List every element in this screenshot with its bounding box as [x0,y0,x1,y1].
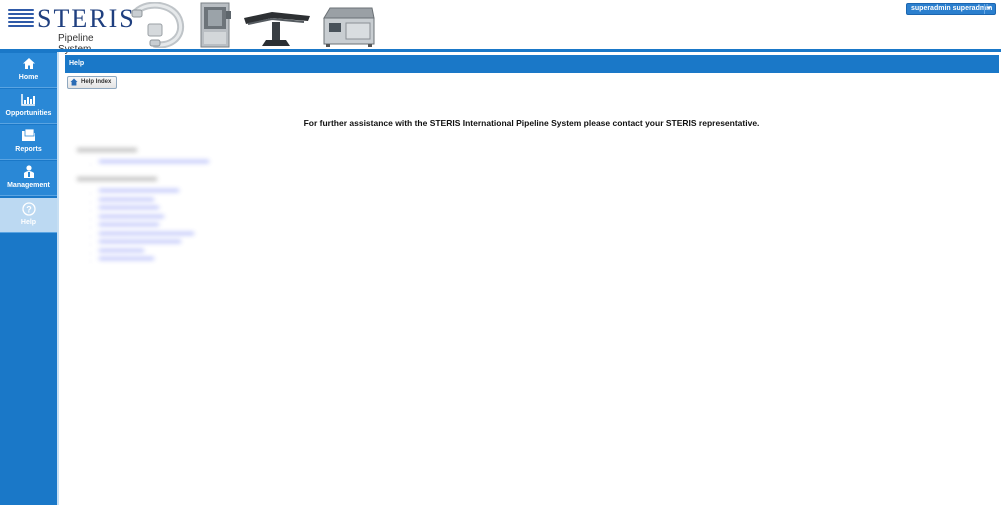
help-index-button[interactable]: Help Index [67,76,117,89]
sidebar: Home Opportunities Reports Management ? … [0,52,59,505]
assistance-message: For further assistance with the STERIS I… [303,118,760,128]
sidebar-item-opportunities[interactable]: Opportunities [0,89,57,124]
sidebar-item-label: Management [7,182,50,189]
sidebar-item-management[interactable]: Management [0,161,57,196]
page-title: Help [65,55,999,73]
sidebar-item-home[interactable]: Home [0,53,57,88]
sidebar-item-reports[interactable]: Reports [0,125,57,160]
home-icon [0,53,57,73]
person-icon [0,161,57,181]
chart-icon [0,89,57,109]
sidebar-item-label: Reports [15,146,42,153]
washer-cabinet-image [200,2,231,48]
sidebar-item-label: Help [20,219,37,226]
main-content: Help Help Index For further assistance w… [62,52,1001,505]
help-index-label: Help Index [81,79,112,85]
sidebar-item-help[interactable]: ? Help [0,198,57,233]
sterilizer-image [323,7,375,47]
user-menu-button[interactable]: superadmin superadmin ▾ [906,3,996,15]
user-menu-label: superadmin superadmin [911,5,993,12]
blurred-help-links [77,148,209,274]
question-icon: ? [0,198,57,218]
surgical-table-image [244,12,310,46]
logo-waves-icon [8,9,34,31]
sidebar-item-label: Opportunities [5,110,52,117]
c-arm-product-image [131,2,185,48]
sidebar-item-label: Home [18,74,39,81]
header: STERIS Pipeline System [0,0,1001,55]
logo-text: STERIS [37,4,136,33]
chevron-down-icon: ▾ [984,4,993,14]
steris-logo: STERIS Pipeline System [8,4,134,55]
folder-icon [0,125,57,145]
svg-text:?: ? [26,205,32,215]
home-icon [70,78,78,86]
